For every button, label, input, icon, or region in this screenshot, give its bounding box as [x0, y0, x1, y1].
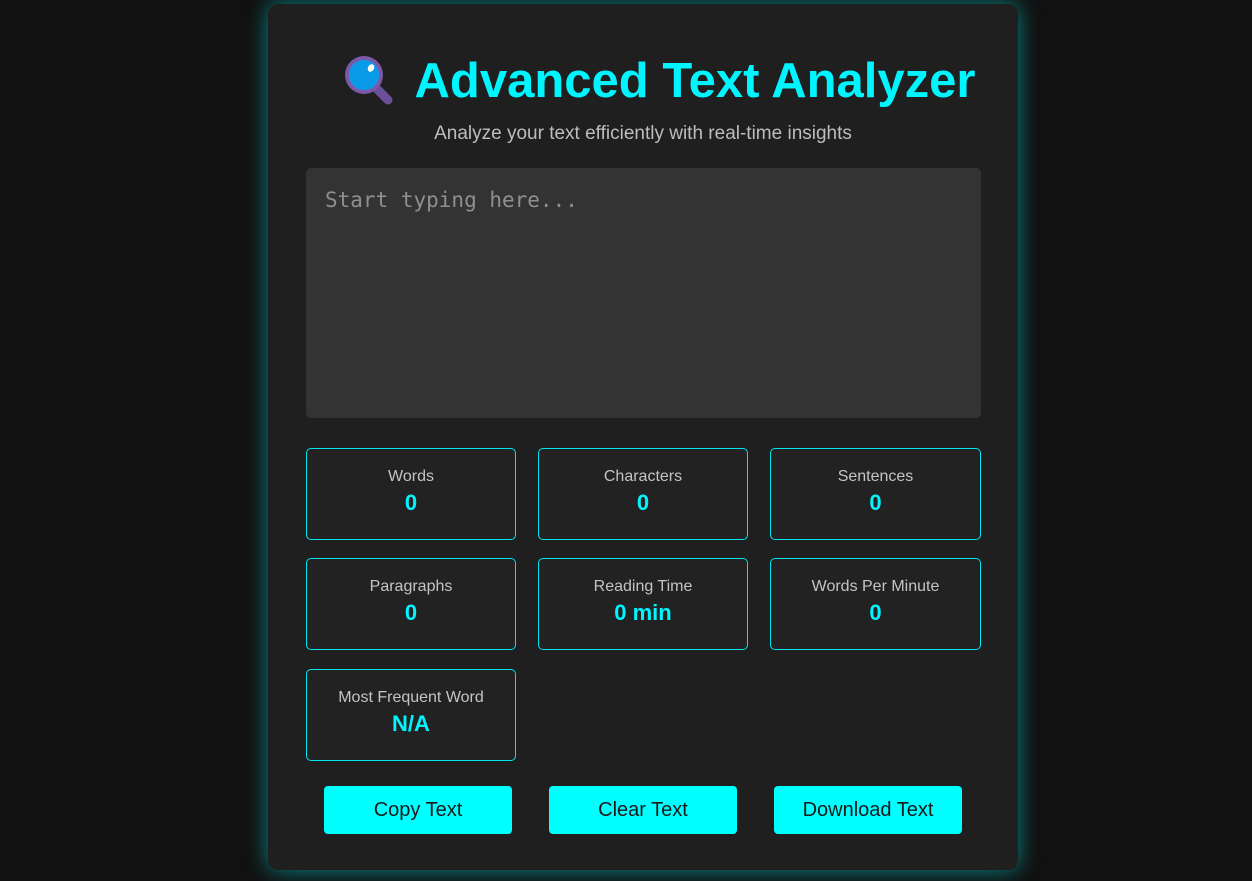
stat-value: 0 min: [614, 600, 672, 625]
stat-label: Most Frequent Word: [338, 689, 484, 706]
stat-value: 0: [636, 490, 650, 515]
stat-value: N/A: [392, 711, 430, 736]
magnifying-glass-icon: [341, 53, 397, 109]
stat-label: Words Per Minute: [811, 578, 940, 595]
stat-card-paragraphs: Paragraphs 0: [306, 558, 516, 650]
stat-value: 0: [404, 600, 418, 625]
copy-text-button[interactable]: Copy Text: [324, 786, 512, 834]
stat-label: Reading Time: [593, 578, 693, 595]
page-title: Advanced Text Analyzer: [414, 54, 976, 108]
stat-card-words: Words 0: [306, 448, 516, 540]
text-input[interactable]: [306, 168, 981, 418]
analyzer-card: Advanced Text Analyzer Analyze your text…: [268, 4, 1018, 870]
stat-card-sentences: Sentences 0: [770, 448, 981, 540]
stat-card-reading-time: Reading Time 0 min: [538, 558, 748, 650]
stat-card-words-per-minute: Words Per Minute 0: [770, 558, 981, 650]
stat-value: 0: [869, 600, 882, 625]
stat-label: Sentences: [837, 468, 914, 485]
stat-label: Paragraphs: [369, 578, 453, 595]
page-header: Advanced Text Analyzer: [268, 46, 1018, 116]
stat-label: Characters: [603, 468, 683, 485]
clear-text-button[interactable]: Clear Text: [549, 786, 737, 834]
stat-value: 0: [404, 490, 418, 515]
stat-card-characters: Characters 0: [538, 448, 748, 540]
page-subtitle: Analyze your text efficiently with real-…: [434, 123, 852, 144]
stat-value: 0: [869, 490, 882, 515]
stat-card-most-frequent-word: Most Frequent Word N/A: [306, 669, 516, 761]
stat-label: Words: [388, 468, 434, 485]
download-text-button[interactable]: Download Text: [774, 786, 962, 834]
